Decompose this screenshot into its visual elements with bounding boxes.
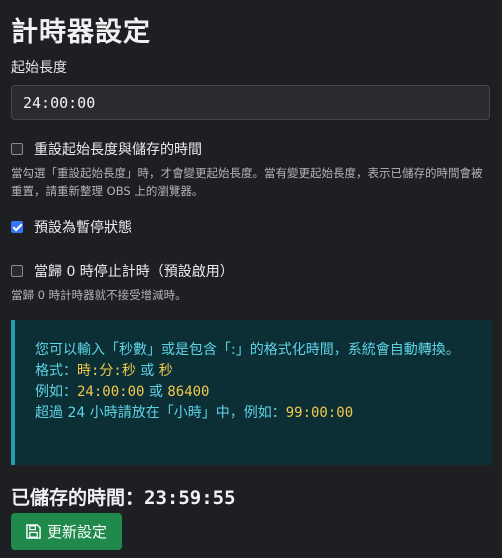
reset-checkbox[interactable] (11, 143, 23, 155)
update-settings-button[interactable]: 更新設定 (11, 513, 122, 550)
floppy-disk-icon (26, 524, 41, 539)
pause-option-row[interactable]: 預設為暫停狀態 (11, 217, 132, 237)
info-alert: 您可以輸入「秒數」或是包含「:」的格式化時間，系統會自動轉換。 格式：時:分:秒… (11, 320, 492, 465)
over-text: 超過 24 小時請放在「小時」中，例如： (35, 405, 286, 421)
info-example-line: 例如：24:00:00 或 86400 (35, 382, 474, 403)
info-intro: 您可以輸入「秒數」或是包含「:」的格式化時間，系統會自動轉換。 (35, 342, 460, 358)
stop-checkbox[interactable] (11, 265, 23, 277)
example-prefix: 例如： (35, 384, 77, 400)
start-length-input[interactable]: 24:00:00 (11, 85, 490, 120)
saved-time-value: 23:59:55 (144, 487, 236, 509)
saved-time-label: 已儲存的時間： (11, 487, 145, 509)
page-title: 計時器設定 (11, 17, 151, 48)
info-format-line: 格式：時:分:秒 或 秒 (35, 361, 474, 382)
example-a: 24:00:00 (77, 384, 145, 400)
format-or: 或 (135, 363, 159, 379)
format-prefix: 格式： (35, 363, 77, 379)
stop-option-label[interactable]: 當歸 0 時停止計時（預設啟用） (34, 261, 234, 281)
example-b: 86400 (167, 384, 210, 400)
stop-option-help: 當歸 0 時計時器就不接受增減時。 (11, 288, 187, 302)
saved-time: 已儲存的時間：23:59:55 (11, 483, 236, 510)
reset-option-row[interactable]: 重設起始長度與儲存的時間 (11, 139, 202, 159)
format-a: 時:分:秒 (77, 363, 136, 379)
stop-option-row[interactable]: 當歸 0 時停止計時（預設啟用） (11, 261, 234, 281)
pause-option-label[interactable]: 預設為暫停狀態 (34, 217, 132, 237)
info-over-line: 超過 24 小時請放在「小時」中，例如：99:00:00 (35, 403, 474, 424)
example-or: 或 (144, 384, 168, 400)
pause-checkbox[interactable] (11, 221, 23, 233)
format-b: 秒 (158, 363, 173, 379)
reset-option-help: 當勾選「重設起始長度」時，才會變更起始長度。當有變更起始長度，表示已儲存的時間會… (11, 166, 483, 198)
start-length-label: 起始長度 (11, 60, 67, 76)
update-settings-label[interactable]: 更新設定 (47, 521, 107, 542)
reset-option-label[interactable]: 重設起始長度與儲存的時間 (34, 139, 202, 159)
over-example: 99:00:00 (285, 405, 354, 421)
